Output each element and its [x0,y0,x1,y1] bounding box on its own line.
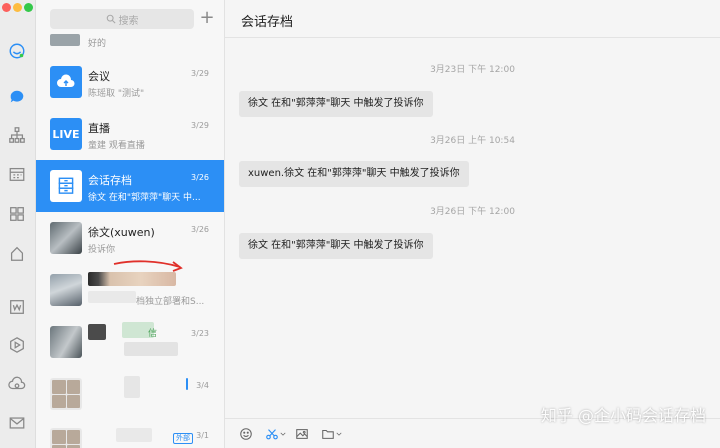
folder-icon[interactable] [321,426,342,442]
rail-workbench-icon[interactable] [6,203,28,225]
list-item-date: 3/23 [191,329,209,338]
rail-docs-icon[interactable] [6,296,28,318]
window-controls [0,3,36,13]
avatar [50,274,82,306]
list-item-preview: 好的 [88,39,107,49]
list-item-date: 3/26 [191,173,209,182]
list-item[interactable]: 外部 3/1 [36,418,224,448]
chat-header: 会话存档 [225,0,720,38]
rail-mail-icon[interactable] [6,412,28,434]
redacted-name [116,428,152,442]
conversation-list: 搜索 + 好的 会议 3/29 陈瑶取 "测试" LIVE 直播 3/29 童建… [36,0,225,448]
list-item-preview: 童建 观看直播 [88,141,145,151]
live-icon: LIVE [50,118,82,150]
emoji-icon[interactable] [239,426,253,442]
chat-panel: 会话存档 3月23日 下午 12:00 徐文 在和"郭萍萍"聊天 中触发了投诉你… [225,0,720,448]
list-item-preview: 档独立部署和S... [136,297,205,307]
list-item-date: 3/4 [196,381,209,390]
list-item-xuwen[interactable]: 徐文(xuwen) 3/26 投诉你 [36,212,224,264]
minimize-window-button[interactable] [13,3,22,12]
message-timestamp: 3月23日 下午 12:00 [430,65,515,75]
redacted-preview [124,342,178,356]
close-window-button[interactable] [2,3,11,12]
external-badge: 外部 [173,433,193,444]
rail-drive-icon[interactable] [6,373,28,395]
redacted-mark [186,378,188,390]
message-bubble[interactable]: 徐文 在和"郭萍萍"聊天 中触发了投诉你 [239,91,433,117]
list-item-date: 3/29 [191,69,209,78]
list-item-live[interactable]: LIVE 直播 3/29 童建 观看直播 [36,108,224,160]
group-avatar [50,428,82,448]
search-box[interactable]: 搜索 [50,9,194,29]
redacted-name [88,324,106,340]
list-item-session-archive[interactable]: 会话存档 3/26 徐文 在和"郭萍萍"聊天 中... [36,160,224,212]
avatar [50,326,82,358]
add-button[interactable]: + [199,8,215,28]
list-item-name: 会议 [88,70,110,83]
redacted-preview [88,291,136,303]
list-item-preview: 陈瑶取 "测试" [88,89,145,99]
rail-profile-icon[interactable] [6,40,28,62]
list-item[interactable]: 3/4 [36,368,224,420]
list-item-date: 3/29 [191,121,209,130]
rail-contacts-icon[interactable] [6,124,28,146]
chevron-down-icon [336,432,342,436]
redacted-name [124,376,140,398]
list-item-date: 3/26 [191,225,209,234]
list-item[interactable]: 档独立部署和S... [36,264,224,316]
list-item[interactable]: 信 3/23 [36,316,224,368]
wecom-window: 搜索 + 好的 会议 3/29 陈瑶取 "测试" LIVE 直播 3/29 童建… [0,0,720,448]
list-item-partial[interactable]: 好的 [36,32,224,50]
list-item-date: 3/1 [196,431,209,440]
archive-icon [50,170,82,202]
rail-messages-icon[interactable] [6,86,28,108]
search-placeholder: 搜索 [118,15,139,27]
list-item-name: 直播 [88,122,110,135]
avatar [50,222,82,254]
watermark: 知乎 @企小码会话存档 [540,406,706,425]
message-bubble[interactable]: xuwen.徐文 在和"郭萍萍"聊天 中触发了投诉你 [239,161,469,187]
search-icon [106,14,116,24]
rail-live-icon[interactable] [6,334,28,356]
message-bubble[interactable]: 徐文 在和"郭萍萍"聊天 中触发了投诉你 [239,233,433,259]
chat-title: 会话存档 [241,15,294,30]
group-avatar [50,378,82,410]
list-item-meeting[interactable]: 会议 3/29 陈瑶取 "测试" [36,56,224,108]
list-item-name: 信 [148,329,158,339]
list-item-preview: 徐文 在和"郭萍萍"聊天 中... [88,193,201,203]
rail-calendar-icon[interactable] [6,163,28,185]
message-timestamp: 3月26日 上午 10:54 [430,136,515,146]
image-icon[interactable] [295,426,309,442]
redacted-name [88,272,176,286]
cloud-icon [50,66,82,98]
zoom-window-button[interactable] [24,3,33,12]
left-rail [0,0,36,448]
avatar [50,34,80,46]
list-item-preview: 投诉你 [88,245,116,255]
message-timestamp: 3月26日 下午 12:00 [430,207,515,217]
screenshot-scissors-icon[interactable] [265,426,286,442]
chevron-down-icon [280,432,286,436]
list-item-name: 会话存档 [88,174,132,187]
rail-home-icon[interactable] [6,243,28,265]
list-item-name: 徐文(xuwen) [88,226,155,239]
